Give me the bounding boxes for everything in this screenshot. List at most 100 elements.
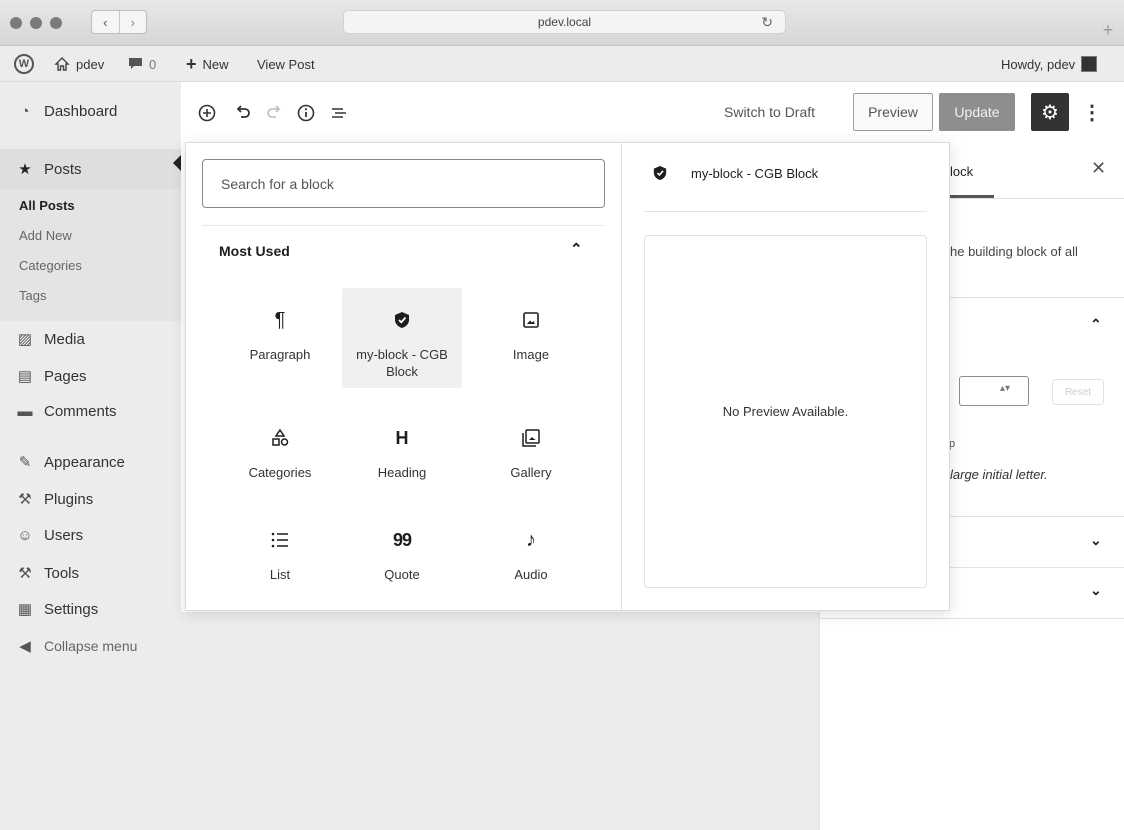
menu-posts[interactable]: ★ Posts <box>0 149 181 189</box>
heading-icon: H <box>395 427 409 448</box>
block-heading[interactable]: H Heading <box>342 406 462 506</box>
appearance-icon: ✎ <box>18 454 32 471</box>
block-navigation-button[interactable] <box>329 103 349 123</box>
most-used-toggle[interactable]: ⌃ <box>570 240 583 258</box>
preview-button[interactable]: Preview <box>853 93 933 131</box>
menu-pages[interactable]: ▤ Pages <box>0 367 181 386</box>
comments-link[interactable]: 0 <box>128 46 156 82</box>
add-block-button[interactable] <box>197 103 217 123</box>
shield-icon <box>342 308 462 332</box>
menu-label: Pages <box>44 367 87 385</box>
menu-collapse[interactable]: ◀ Collapse menu <box>0 637 181 655</box>
menu-label: Comments <box>44 403 117 420</box>
dashboard-icon: ◔ <box>20 103 30 120</box>
gallery-icon <box>471 426 591 450</box>
more-menu-button[interactable]: ⋮ <box>1082 93 1102 131</box>
submenu-all-posts[interactable]: All Posts <box>19 198 75 213</box>
reload-icon[interactable]: ↻ <box>761 14 773 31</box>
close-sidebar-button[interactable]: ✕ <box>1091 158 1106 179</box>
pin-icon: ★ <box>18 161 32 178</box>
audio-icon: ♪ <box>526 528 536 551</box>
stepper-icon: ▴▾ <box>1000 383 1011 394</box>
menu-label: Plugins <box>44 490 94 508</box>
menu-appearance[interactable]: ✎ Appearance <box>0 453 181 472</box>
reset-button[interactable]: Reset <box>1052 379 1104 405</box>
block-audio[interactable]: ♪ Audio <box>471 508 591 608</box>
close-window-button[interactable] <box>10 17 22 29</box>
new-content-link[interactable]: + New <box>186 46 229 82</box>
gear-icon: ⚙ <box>1041 101 1059 124</box>
content-info-button[interactable] <box>296 103 316 123</box>
block-image[interactable]: Image <box>471 288 591 388</box>
submenu-add-new[interactable]: Add New <box>19 228 72 243</box>
sidebar-divider <box>819 618 1124 619</box>
users-icon: ☺ <box>17 527 33 544</box>
avatar <box>1081 56 1098 72</box>
panel-expand-button[interactable]: ⌄ <box>1090 532 1102 549</box>
wordpress-logo-button[interactable]: W <box>14 46 34 82</box>
menu-plugins[interactable]: ⚒ Plugins <box>0 490 181 509</box>
wp-admin-bar: W pdev 0 + New View Post Howdy, pdev <box>0 46 1124 82</box>
comment-icon <box>129 58 142 69</box>
preview-separator <box>644 211 927 212</box>
block-categories[interactable]: Categories <box>220 406 340 506</box>
settings-icon: ▦ <box>17 601 33 618</box>
undo-icon <box>236 105 250 118</box>
undo-button[interactable] <box>233 103 253 123</box>
menu-users[interactable]: ☺ Users <box>0 527 181 544</box>
block-paragraph[interactable]: ¶ Paragraph <box>220 288 340 388</box>
block-preview: No Preview Available. <box>644 235 927 588</box>
update-button[interactable]: Update <box>939 93 1015 131</box>
zoom-window-button[interactable] <box>50 17 62 29</box>
editor-background <box>181 612 819 830</box>
address-bar[interactable]: pdev.local ↻ <box>343 10 786 34</box>
menu-comments[interactable]: ▬ Comments <box>0 403 181 420</box>
collapse-icon: ◀ <box>19 638 31 655</box>
new-tab-button[interactable]: + <box>1096 18 1120 42</box>
submenu-categories[interactable]: Categories <box>19 258 82 273</box>
menu-settings[interactable]: ▦ Settings <box>0 600 181 619</box>
block-search-input[interactable] <box>221 174 591 194</box>
menu-label: Collapse menu <box>44 638 138 654</box>
switch-to-draft-button[interactable]: Switch to Draft <box>724 104 815 120</box>
menu-label: Posts <box>44 160 82 178</box>
minimize-window-button[interactable] <box>30 17 42 29</box>
menu-label: Users <box>44 527 84 544</box>
font-size-input[interactable]: ▴▾ <box>959 376 1029 406</box>
view-post-link[interactable]: View Post <box>257 46 315 82</box>
block-search[interactable] <box>202 159 605 208</box>
browser-toolbar: ‹ › pdev.local ↻ + <box>0 0 1124 46</box>
block-label: my-block - CGB Block <box>356 347 448 379</box>
redo-button[interactable] <box>264 103 284 123</box>
no-preview-text: No Preview Available. <box>722 404 849 419</box>
block-quote[interactable]: 99 Quote <box>342 508 462 608</box>
block-label: Heading <box>377 465 427 480</box>
menu-label: Dashboard <box>44 103 118 120</box>
submenu-tags[interactable]: Tags <box>19 288 46 303</box>
panel-collapse-button[interactable]: ⌃ <box>1090 316 1102 333</box>
shield-icon <box>653 165 667 181</box>
back-button[interactable]: ‹ <box>92 11 120 33</box>
account-menu[interactable]: Howdy, pdev <box>1001 46 1098 82</box>
most-used-heading: Most Used <box>219 243 290 259</box>
menu-tools[interactable]: ⚒ Tools <box>0 564 181 583</box>
block-my-block[interactable]: my-block - CGB Block <box>342 288 462 388</box>
posts-submenu: All Posts Add New Categories Tags <box>0 189 181 321</box>
site-name-link[interactable]: pdev <box>54 46 104 82</box>
plus-icon: + <box>186 53 197 74</box>
redo-icon <box>267 105 281 118</box>
block-gallery[interactable]: Gallery <box>471 406 591 506</box>
block-label: Gallery <box>510 465 552 480</box>
block-description: he building block of all <box>950 244 1078 259</box>
panel-expand-button[interactable]: ⌄ <box>1090 582 1102 599</box>
block-label: List <box>269 567 291 582</box>
settings-button[interactable]: ⚙ <box>1031 93 1069 131</box>
menu-media[interactable]: ▨ Media <box>0 330 181 349</box>
forward-button[interactable]: › <box>120 11 147 33</box>
history-nav: ‹ › <box>91 10 147 34</box>
menu-label: Media <box>44 330 85 348</box>
menu-label: Settings <box>44 600 99 618</box>
tab-block[interactable]: lock <box>950 164 973 179</box>
block-list[interactable]: List <box>220 508 340 608</box>
menu-dashboard[interactable]: ◔ Dashboard <box>0 103 181 120</box>
